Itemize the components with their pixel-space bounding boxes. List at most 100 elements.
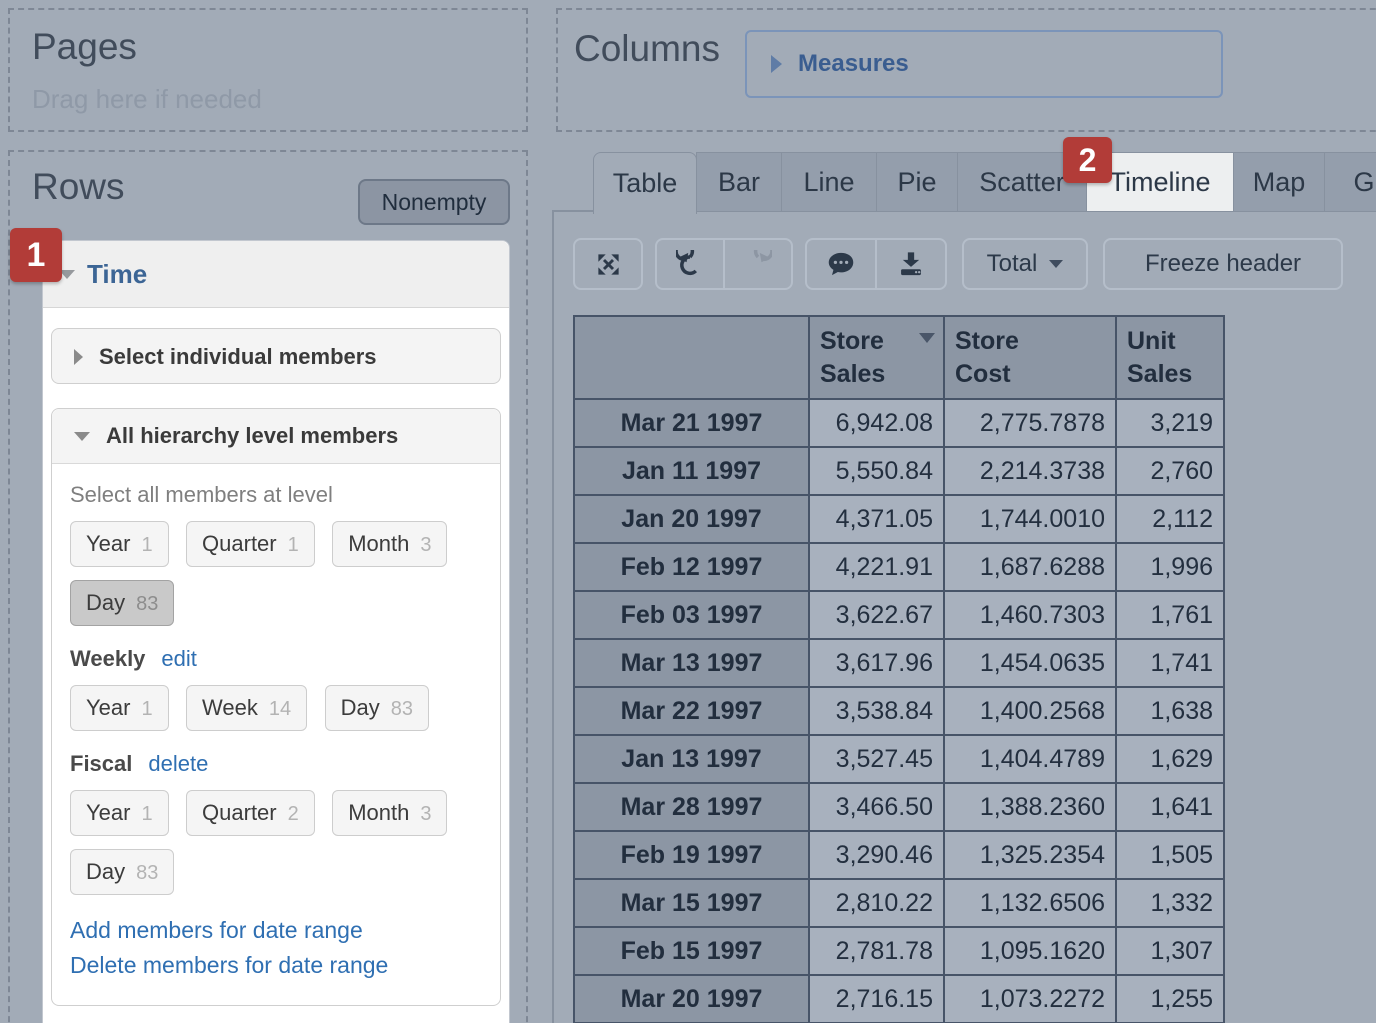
data-cell[interactable]: 1,687.6288 xyxy=(944,543,1116,591)
level-button-weekly-week[interactable]: Week 14 xyxy=(186,685,307,731)
data-cell[interactable]: 1,332 xyxy=(1116,879,1224,927)
data-cell[interactable]: 1,505 xyxy=(1116,831,1224,879)
column-header-unit-sales[interactable]: Unit Sales xyxy=(1116,316,1224,399)
data-cell[interactable]: 3,538.84 xyxy=(809,687,944,735)
row-label-cell[interactable]: Jan 11 1997 xyxy=(574,447,809,495)
data-cell[interactable]: 1,307 xyxy=(1116,927,1224,975)
data-cell[interactable]: 4,221.91 xyxy=(809,543,944,591)
all-hierarchy-section-header[interactable]: All hierarchy level members xyxy=(52,409,500,464)
pages-dropzone[interactable]: Pages Drag here if needed xyxy=(8,8,528,132)
columns-dropzone[interactable]: Columns Measures xyxy=(556,8,1376,132)
redo-button[interactable] xyxy=(723,240,791,288)
data-cell[interactable]: 3,219 xyxy=(1116,399,1224,447)
total-dropdown-label: Total xyxy=(987,250,1038,278)
data-cell[interactable]: 1,761 xyxy=(1116,591,1224,639)
tab-bar[interactable]: Bar xyxy=(696,152,782,212)
level-button-day-selected[interactable]: Day 83 xyxy=(70,580,174,626)
data-cell[interactable]: 2,716.15 xyxy=(809,975,944,1023)
total-dropdown-button[interactable]: Total xyxy=(962,238,1088,290)
data-cell[interactable]: 3,466.50 xyxy=(809,783,944,831)
time-dimension-panel: Time Select individual members All hiera… xyxy=(42,240,510,1023)
level-button-weekly-year[interactable]: Year 1 xyxy=(70,685,169,731)
data-cell[interactable]: 1,641 xyxy=(1116,783,1224,831)
data-cell[interactable]: 2,214.3738 xyxy=(944,447,1116,495)
data-cell[interactable]: 1,638 xyxy=(1116,687,1224,735)
data-cell[interactable]: 1,454.0635 xyxy=(944,639,1116,687)
sort-desc-icon[interactable] xyxy=(919,333,935,343)
table-row: Mar 28 19973,466.501,388.23601,641 xyxy=(574,783,1224,831)
tab-table[interactable]: Table xyxy=(593,152,697,214)
level-button-fiscal-year[interactable]: Year 1 xyxy=(70,790,169,836)
data-cell[interactable]: 3,290.46 xyxy=(809,831,944,879)
level-button-fiscal-month[interactable]: Month 3 xyxy=(332,790,447,836)
row-label-cell[interactable]: Mar 15 1997 xyxy=(574,879,809,927)
data-cell[interactable]: 1,460.7303 xyxy=(944,591,1116,639)
select-all-members-label: Select all members at level xyxy=(70,482,482,508)
row-label-cell[interactable]: Mar 20 1997 xyxy=(574,975,809,1023)
select-individual-members-section[interactable]: Select individual members xyxy=(51,328,501,384)
data-cell[interactable]: 1,404.4789 xyxy=(944,735,1116,783)
undo-button[interactable] xyxy=(657,240,723,288)
data-cell[interactable]: 1,741 xyxy=(1116,639,1224,687)
data-cell[interactable]: 5,550.84 xyxy=(809,447,944,495)
row-label-cell[interactable]: Mar 21 1997 xyxy=(574,399,809,447)
row-label-cell[interactable]: Mar 13 1997 xyxy=(574,639,809,687)
measures-chip[interactable]: Measures xyxy=(745,30,1223,98)
level-button-fiscal-day[interactable]: Day 83 xyxy=(70,849,174,895)
data-cell[interactable]: 1,255 xyxy=(1116,975,1224,1023)
freeze-header-button[interactable]: Freeze header xyxy=(1103,238,1343,290)
data-cell[interactable]: 2,775.7878 xyxy=(944,399,1116,447)
tutorial-step-2-badge: 2 xyxy=(1063,137,1112,183)
data-cell[interactable]: 6,942.08 xyxy=(809,399,944,447)
data-cell[interactable]: 2,112 xyxy=(1116,495,1224,543)
data-cell[interactable]: 1,629 xyxy=(1116,735,1224,783)
level-button-month[interactable]: Month 3 xyxy=(332,521,447,567)
table-row: Jan 20 19974,371.051,744.00102,112 xyxy=(574,495,1224,543)
data-cell[interactable]: 1,132.6506 xyxy=(944,879,1116,927)
row-label-cell[interactable]: Feb 12 1997 xyxy=(574,543,809,591)
tab-line[interactable]: Line xyxy=(781,152,877,212)
row-label-cell[interactable]: Mar 22 1997 xyxy=(574,687,809,735)
row-label-cell[interactable]: Mar 28 1997 xyxy=(574,783,809,831)
data-cell[interactable]: 1,095.1620 xyxy=(944,927,1116,975)
rows-dropzone[interactable]: Rows Nonempty Time Select individual mem… xyxy=(8,150,528,1023)
delete-members-date-range-link[interactable]: Delete members for date range xyxy=(70,948,482,983)
comment-button[interactable] xyxy=(807,240,875,288)
weekly-edit-link[interactable]: edit xyxy=(161,646,196,672)
tab-pie[interactable]: Pie xyxy=(876,152,958,212)
data-cell[interactable]: 3,617.96 xyxy=(809,639,944,687)
row-label-cell[interactable]: Jan 13 1997 xyxy=(574,735,809,783)
expand-arrows-icon xyxy=(595,251,622,278)
swap-axes-button[interactable] xyxy=(573,238,643,290)
data-cell[interactable]: 1,073.2272 xyxy=(944,975,1116,1023)
row-label-cell[interactable]: Feb 19 1997 xyxy=(574,831,809,879)
add-members-date-range-link[interactable]: Add members for date range xyxy=(70,913,482,948)
nonempty-toggle-button[interactable]: Nonempty xyxy=(358,179,510,225)
data-cell[interactable]: 1,325.2354 xyxy=(944,831,1116,879)
data-cell[interactable]: 2,810.22 xyxy=(809,879,944,927)
data-cell[interactable]: 3,527.45 xyxy=(809,735,944,783)
time-dimension-header[interactable]: Time xyxy=(43,241,509,308)
data-cell[interactable]: 1,388.2360 xyxy=(944,783,1116,831)
data-cell[interactable]: 2,781.78 xyxy=(809,927,944,975)
fiscal-delete-link[interactable]: delete xyxy=(148,751,208,777)
level-button-fiscal-quarter[interactable]: Quarter 2 xyxy=(186,790,315,836)
row-label-cell[interactable]: Feb 15 1997 xyxy=(574,927,809,975)
row-label-cell[interactable]: Jan 20 1997 xyxy=(574,495,809,543)
row-label-cell[interactable]: Feb 03 1997 xyxy=(574,591,809,639)
comment-icon xyxy=(827,250,855,278)
data-cell[interactable]: 1,996 xyxy=(1116,543,1224,591)
level-button-year[interactable]: Year 1 xyxy=(70,521,169,567)
tab-truncated[interactable]: G xyxy=(1324,152,1376,212)
tab-map[interactable]: Map xyxy=(1233,152,1325,212)
data-cell[interactable]: 4,371.05 xyxy=(809,495,944,543)
data-cell[interactable]: 2,760 xyxy=(1116,447,1224,495)
export-button[interactable] xyxy=(875,240,945,288)
data-cell[interactable]: 3,622.67 xyxy=(809,591,944,639)
column-header-store-sales[interactable]: Store Sales xyxy=(809,316,944,399)
data-cell[interactable]: 1,400.2568 xyxy=(944,687,1116,735)
data-cell[interactable]: 1,744.0010 xyxy=(944,495,1116,543)
column-header-store-cost[interactable]: Store Cost xyxy=(944,316,1116,399)
level-button-weekly-day[interactable]: Day 83 xyxy=(325,685,429,731)
level-button-quarter[interactable]: Quarter 1 xyxy=(186,521,315,567)
